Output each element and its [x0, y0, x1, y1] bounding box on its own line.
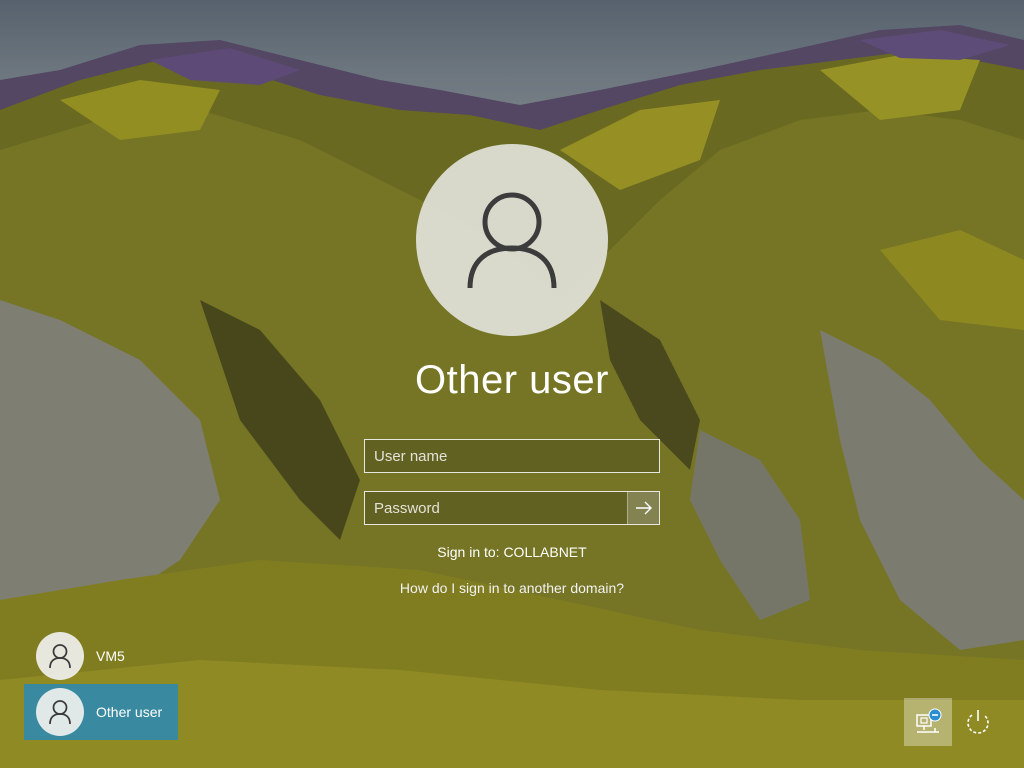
user-item-label: Other user: [96, 704, 163, 720]
power-icon: [967, 710, 989, 734]
user-item-other-user[interactable]: Other user: [24, 684, 178, 740]
user-avatar-small: [36, 688, 84, 736]
user-avatar-small: [36, 632, 84, 680]
username-field[interactable]: [364, 439, 660, 473]
submit-button[interactable]: [627, 492, 659, 524]
user-avatar-icon: [49, 644, 71, 669]
sign-in-domain-text: Sign in to: COLLABNET: [437, 544, 587, 560]
password-input[interactable]: [365, 492, 627, 524]
user-item-vm5[interactable]: VM5: [24, 628, 178, 684]
user-avatar-icon: [467, 192, 557, 289]
user-avatar-icon: [49, 700, 71, 725]
user-avatar-large: [416, 144, 608, 336]
power-button[interactable]: [954, 698, 1002, 746]
network-icon: [916, 708, 942, 733]
arrow-right-icon: [635, 501, 652, 515]
network-button[interactable]: [904, 698, 952, 746]
username-input[interactable]: [365, 440, 659, 472]
user-item-label: VM5: [96, 648, 125, 664]
password-field[interactable]: [364, 491, 660, 525]
user-list: VM5 Other user: [24, 628, 184, 740]
selected-user-name: Other user: [415, 358, 609, 402]
other-domain-help-link[interactable]: How do I sign in to another domain?: [312, 580, 712, 596]
